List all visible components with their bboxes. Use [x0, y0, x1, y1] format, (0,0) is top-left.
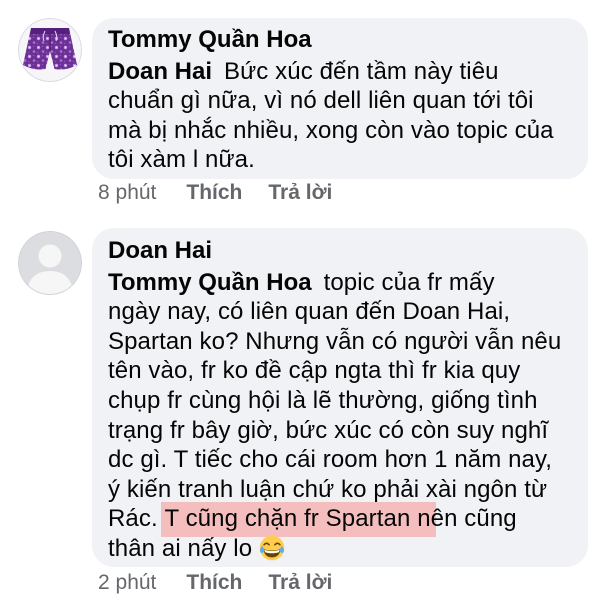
- like-button[interactable]: Thích: [186, 181, 242, 205]
- comment-actions: 8 phút Thích Trả lời: [98, 181, 332, 205]
- comment-bubble: Doan Hai Tommy Quần Hoa topic của fr mấy …: [92, 228, 588, 567]
- comment-bubble: Tommy Quần Hoa Doan Hai Bức xúc đến tầm n…: [92, 18, 588, 179]
- comment-text-line: chuẩn gì nữa, vì nó dell liên quan tới t…: [108, 87, 534, 115]
- comment-text: Bức xúc đến tầm này tiêu: [224, 57, 499, 85]
- comment-text-line: Tommy Quần Hoa topic của fr mấy: [108, 268, 572, 298]
- comment-timestamp[interactable]: 2 phút: [98, 571, 156, 595]
- comment-actions: 2 phút Thích Trả lời: [98, 571, 332, 595]
- comment-text-line: thân ai nấy lo: [108, 534, 572, 564]
- comment-text-line: tên vào, fr ko đề cập ngta thì fr kia qu…: [108, 357, 521, 385]
- avatar[interactable]: [18, 231, 82, 295]
- comment-text-line: trạng fr bây giờ, bức xúc có còn suy ngh…: [108, 416, 549, 444]
- comment-text: Rác.: [108, 505, 165, 533]
- mention-tag[interactable]: Doan Hai: [108, 58, 212, 85]
- comment-text-line: chụp fr cùng hội là lẽ thường, giống tìn…: [108, 386, 538, 414]
- like-button[interactable]: Thích: [186, 571, 242, 595]
- default-profile-silhouette-icon: [18, 231, 82, 295]
- avatar[interactable]: [18, 18, 82, 82]
- face-with-tears-of-joy-icon: [259, 535, 285, 561]
- comment-text-line: ngày nay, có liên quan đến Doan Hai,: [108, 298, 511, 326]
- comment-text-line: tôi xàm l nữa.: [108, 146, 255, 174]
- comment-text-line: mà bị nhắc nhiều, xong còn vào topic của: [108, 116, 554, 144]
- reply-button[interactable]: Trả lời: [268, 181, 332, 205]
- comment-text: nên cũng: [410, 505, 517, 533]
- comment-author-name[interactable]: Tommy Quần Hoa: [108, 25, 572, 55]
- reply-button[interactable]: Trả lời: [268, 571, 332, 595]
- comment-text: thân ai nấy lo: [108, 534, 253, 562]
- comment-text-line: Spartan ko? Nhưng vẫn có người vẫn nêu: [108, 327, 562, 355]
- comment-author-name[interactable]: Doan Hai: [108, 236, 572, 266]
- highlight-mark: T cũng chặn fr Spartan: [164, 505, 411, 533]
- comment-text-line: ý kiến tranh luận chứ ko phải xài ngôn t…: [108, 475, 548, 503]
- comment-text-line: Doan Hai Bức xúc đến tầm này tiêu: [108, 57, 572, 87]
- comment-text-line: Rác. T cũng chặn fr Spartan nên cũng: [108, 504, 572, 534]
- purple-floral-shorts-avatar-image: [18, 18, 82, 82]
- mention-tag[interactable]: Tommy Quần Hoa: [108, 269, 312, 296]
- comment-text: topic của fr mấy: [323, 268, 495, 296]
- comment-text-line: dc gì. T tiếc cho cái room hơn 1 năm nay…: [108, 446, 553, 474]
- comment-timestamp[interactable]: 8 phút: [98, 181, 156, 205]
